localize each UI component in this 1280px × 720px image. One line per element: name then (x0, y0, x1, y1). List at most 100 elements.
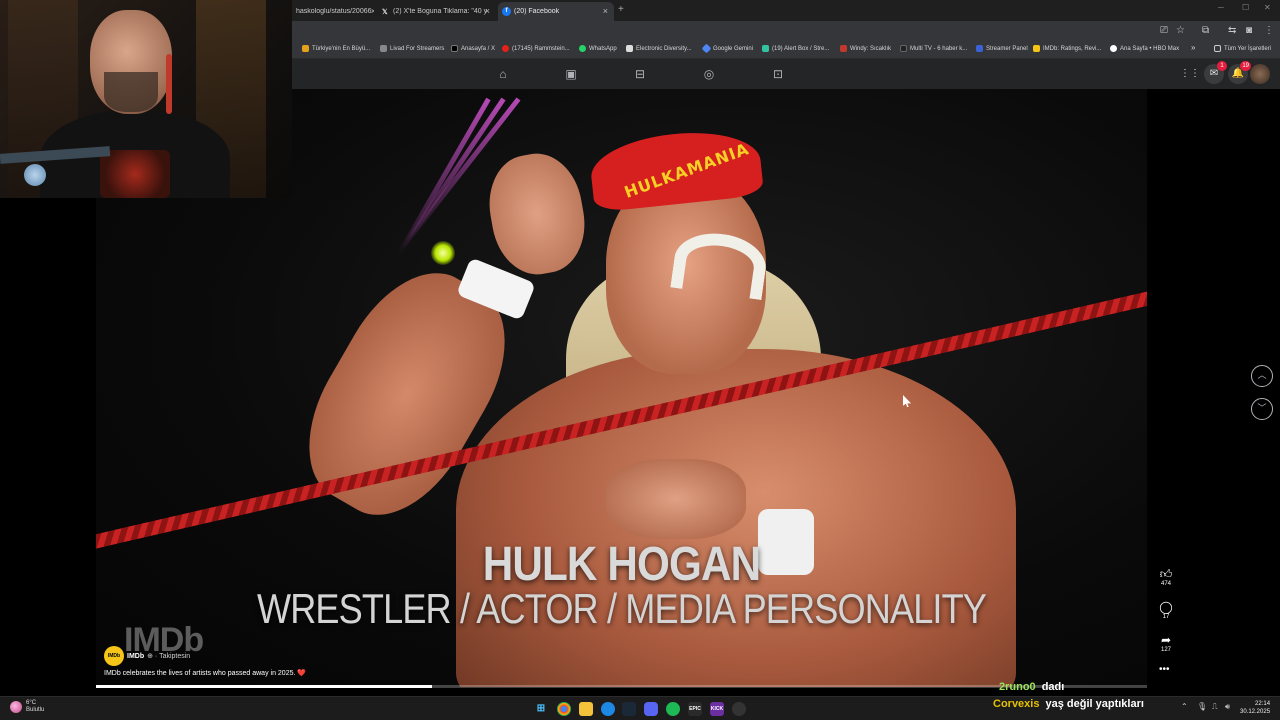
browser-tab[interactable]: haskologlu/status/20066 × (292, 2, 374, 21)
bookmark-label: Anasayfa / X (461, 45, 496, 52)
edge-icon[interactable] (601, 702, 615, 716)
extensions-icon[interactable]: ⧉ (1202, 25, 1209, 36)
bookmark-item[interactable]: WhatsApp (579, 45, 617, 52)
chevron-down-icon: ﹀ (1257, 403, 1267, 413)
chat-text: yaş değil yaptıkları (1045, 698, 1144, 710)
bookmark-item[interactable]: IMDb: Ratings, Revi... (1033, 45, 1101, 52)
home-icon[interactable]: ⌂ (496, 67, 510, 81)
video-progress-bar[interactable] (96, 685, 1147, 688)
kick-app-icon[interactable]: KICK (710, 702, 724, 716)
share-button[interactable]: ➦ 127 (1156, 633, 1176, 653)
volume-icon[interactable]: 🔊︎ (1225, 702, 1230, 712)
bookmark-label: Electronic Diversity... (636, 45, 692, 52)
bookmark-label: IMDb: Ratings, Revi... (1043, 45, 1102, 52)
wrestler-hand (481, 146, 593, 282)
bookmark-item[interactable]: (17145) Rammstein... (502, 45, 570, 52)
weather-widget[interactable]: 6°C Bulutlu (10, 700, 44, 714)
profile-icon[interactable]: ◙ (1246, 25, 1252, 36)
minimize-icon[interactable]: ─ (1218, 3, 1224, 12)
microphone (24, 164, 46, 186)
bookmark-favicon-icon (900, 45, 907, 52)
next-reel-button[interactable]: ﹀ (1251, 398, 1273, 420)
headset-cable (166, 54, 172, 114)
discord-icon[interactable] (644, 702, 658, 716)
close-tab-icon[interactable]: × (485, 6, 490, 16)
taskbar-clock[interactable]: 22:14 30.12.2025 (1240, 700, 1270, 716)
bookmark-item[interactable]: Türkiye'nin En Büyü... (302, 45, 370, 52)
tab-label: (20) Facebook (514, 8, 560, 15)
stage-light-flare (431, 241, 455, 265)
maximize-icon[interactable]: ☐ (1242, 3, 1249, 12)
clock-date: 30.12.2025 (1240, 709, 1271, 715)
browser-tab-active[interactable]: f (20) Facebook × (498, 2, 614, 21)
bookmarks-overflow-button[interactable]: » (1191, 43, 1195, 52)
bookmark-item[interactable]: Google Gemini (701, 43, 753, 54)
thumbs-up-icon: 👍︎ (1159, 567, 1173, 581)
bookmark-item[interactable]: Electronic Diversity... (626, 45, 692, 52)
chat-username: Corvexis (993, 698, 1040, 710)
bookmark-item[interactable]: Streamer Panel (976, 45, 1028, 52)
network-icon[interactable]: ⎍ (1212, 702, 1218, 712)
follow-status[interactable]: ⊕ · Takiptesin (147, 652, 190, 660)
video-progress-fill (96, 685, 433, 688)
bookmark-star-icon[interactable]: ☆ (1176, 25, 1185, 36)
streamer-beard (104, 72, 158, 112)
gaming-icon[interactable]: ⊡ (771, 67, 785, 81)
close-window-icon[interactable]: ✕ (1264, 3, 1271, 12)
bookmark-item[interactable]: Anasayfa / X (451, 45, 495, 52)
bookmark-item[interactable]: Windy: Sıcaklık (840, 45, 891, 52)
file-explorer-icon[interactable] (579, 702, 593, 716)
comment-count: 17 (1162, 614, 1170, 620)
menu-grid-icon[interactable]: ⋮⋮ (1180, 64, 1200, 84)
page-name[interactable]: IMDb (127, 653, 144, 660)
chat-username: 2runo0 (999, 681, 1036, 693)
epic-games-icon[interactable]: EPIC (688, 702, 702, 716)
bookmark-label: WhatsApp (589, 45, 617, 52)
video-icon[interactable]: ▣ (564, 67, 578, 81)
x-logo-icon (451, 45, 458, 52)
obs-icon[interactable] (732, 702, 746, 716)
notifications-bell-icon[interactable]: 🔔 19 (1228, 61, 1251, 84)
bookmark-item[interactable]: Ana Sayfa • HBO Max (1110, 45, 1179, 52)
bookmark-label: (19) Alert Box / Stre... (772, 45, 830, 52)
weather-text: 6°C Bulutlu (26, 700, 44, 714)
all-bookmarks-folder[interactable]: Tüm Yer İşaretleri (1214, 45, 1271, 52)
messenger-icon[interactable]: ✉ 1 (1204, 61, 1227, 84)
spotify-icon[interactable] (666, 702, 680, 716)
install-app-icon[interactable]: ⎚ (1160, 25, 1168, 36)
microphone-tray-icon[interactable]: 🎙︎ (1197, 702, 1207, 711)
comment-button[interactable]: ◯ 17 (1156, 600, 1176, 620)
x-logo-icon: 𝕏 (382, 8, 388, 16)
groups-icon[interactable]: ◎ (702, 67, 716, 81)
chrome-icon[interactable] (557, 702, 571, 716)
tab-label: (2) X'te Boguna Tiklama: "40 y (393, 8, 488, 15)
new-tab-icon[interactable]: + (618, 4, 624, 15)
page-logo[interactable]: IMDb (104, 646, 124, 666)
marketplace-icon[interactable]: ⊟ (633, 67, 647, 81)
close-tab-icon[interactable]: × (603, 6, 608, 16)
bookmark-label: Tüm Yer İşaretleri (1224, 45, 1272, 52)
more-options-icon[interactable]: ••• (1159, 664, 1170, 675)
bookmark-item[interactable]: Livad For Streamers (380, 45, 444, 52)
tray-chevron-up-icon[interactable]: ⌃ (1181, 702, 1188, 711)
previous-reel-button[interactable]: ︿ (1251, 365, 1273, 387)
browser-menu-icon[interactable]: ⋮ (1264, 25, 1274, 36)
bookmark-favicon-icon (302, 45, 309, 52)
browser-tab[interactable]: 𝕏 (2) X'te Boguna Tiklama: "40 y × (378, 2, 496, 21)
bookmark-favicon-icon (762, 45, 769, 52)
tab-search-icon[interactable]: ⇆ (1228, 25, 1236, 36)
close-tab-icon[interactable]: × (371, 6, 374, 16)
bookmark-item[interactable]: (19) Alert Box / Stre... (762, 45, 829, 52)
windows-start-icon[interactable]: ⊞ (534, 702, 548, 716)
gemini-icon (701, 43, 712, 54)
like-button[interactable]: 👍︎ 474 (1156, 567, 1176, 587)
bookmark-label: Windy: Sıcaklık (850, 45, 892, 52)
post-author[interactable]: IMDb IMDb ⊕ · Takiptesin (104, 646, 190, 666)
steam-icon[interactable] (622, 702, 636, 716)
bookmark-label: Livad For Streamers (390, 45, 445, 52)
bookmark-item[interactable]: Multi TV - 6 haber k... (900, 45, 967, 52)
account-avatar[interactable] (1250, 64, 1270, 84)
bookmark-label: Streamer Panel (986, 45, 1028, 52)
bookmark-label: Multi TV - 6 haber k... (910, 45, 968, 52)
bookmark-label: (17145) Rammstein... (512, 45, 570, 52)
